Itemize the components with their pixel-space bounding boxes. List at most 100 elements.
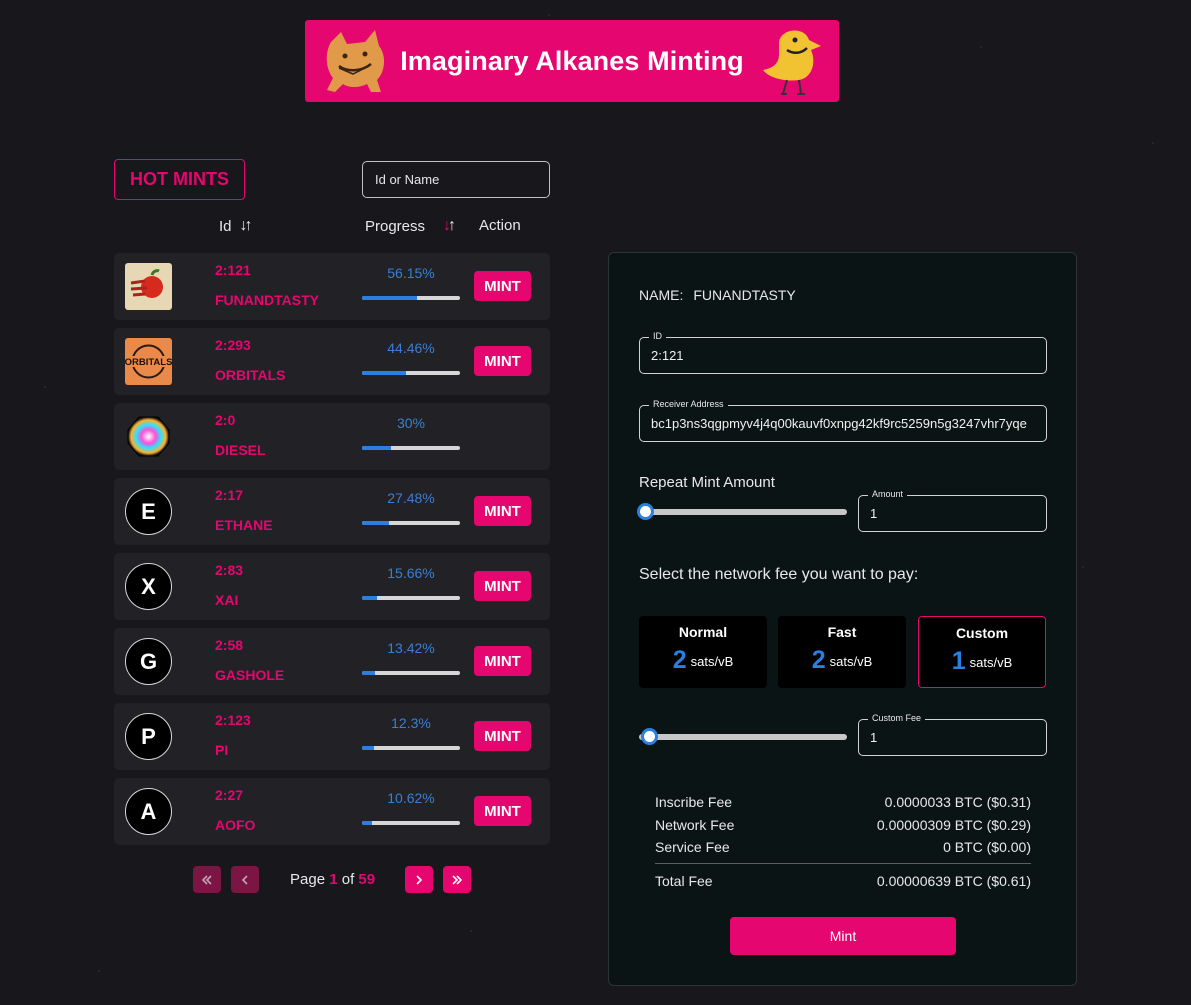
column-header-id[interactable]: Id ↓↑ [219, 217, 253, 235]
header-banner: Imaginary Alkanes Minting [305, 20, 839, 102]
chevron-right-icon [416, 874, 423, 885]
progress-percent: 30% [396, 415, 426, 431]
token-logo: A [125, 788, 172, 835]
total-pages: 59 [358, 871, 376, 888]
fee-summary: Inscribe Fee 0.0000033 BTC ($0.31) Netwo… [655, 791, 1031, 892]
table-row[interactable]: X 2:83 XAI 15.66% MINT [114, 553, 550, 620]
fee-option-normal[interactable]: Normal 2 sats/vB [639, 616, 767, 688]
fee-label: Inscribe Fee [655, 794, 733, 811]
next-page-button[interactable] [405, 866, 433, 893]
slider-thumb[interactable] [637, 503, 654, 520]
page-indicator: Page 1 of 59 [290, 871, 375, 888]
token-name: XAI [215, 592, 239, 608]
background-star [1082, 566, 1084, 568]
fee-option-title: Normal [678, 624, 728, 640]
progress-bar [362, 746, 460, 750]
table-row[interactable]: 2:121 FUNANDTASTY 56.15% MINT [114, 253, 550, 320]
custom-fee-field[interactable]: Custom Fee 1 [858, 713, 1047, 756]
column-action-label: Action [479, 217, 521, 234]
token-id: 2:27 [215, 787, 244, 803]
mint-button[interactable]: MINT [474, 496, 531, 526]
fee-option-fast[interactable]: Fast 2 sats/vB [778, 616, 906, 688]
fee-option-value: 2 sats/vB [778, 646, 906, 675]
progress-bar [362, 371, 460, 375]
token-logo: P [125, 713, 172, 760]
first-page-button[interactable] [193, 866, 221, 893]
progress-bar [362, 446, 460, 450]
current-page: 1 [329, 871, 338, 888]
progress-fill [362, 671, 376, 675]
fee-rate: 2 [811, 646, 826, 674]
progress-bar [362, 296, 460, 300]
name-label: NAME: [639, 287, 684, 303]
background-star [980, 46, 982, 48]
token-name-line: NAME: FUNANDTASTY [639, 287, 796, 303]
table-row[interactable]: E 2:17 ETHANE 27.48% MINT [114, 478, 550, 545]
orbitals-logo-icon: ORBITALS [125, 338, 172, 385]
bird-mascot-icon [763, 30, 821, 95]
progress-bar [362, 671, 460, 675]
cat-mascot-icon [326, 30, 385, 92]
total-fee-label: Total Fee [655, 872, 713, 889]
mint-button[interactable]: MINT [474, 271, 531, 301]
of-word: of [341, 871, 355, 888]
background-star [470, 930, 472, 932]
amount-field[interactable]: Amount 1 [858, 489, 1047, 532]
mint-button[interactable]: MINT [474, 721, 531, 751]
token-id: 2:83 [215, 562, 244, 578]
mint-button[interactable]: MINT [474, 571, 531, 601]
table-row[interactable]: A 2:27 AOFO 10.62% MINT [114, 778, 550, 845]
sort-icon[interactable]: ↓↑ [240, 217, 253, 235]
token-id: 2:121 [215, 262, 251, 278]
token-name: FUNANDTASTY [215, 292, 319, 308]
progress-bar [362, 596, 460, 600]
token-logo: E [125, 488, 172, 535]
fee-unit: sats/vB [969, 655, 1013, 670]
custom-fee-label: Custom Fee [868, 713, 926, 723]
last-page-button[interactable] [443, 866, 471, 893]
token-letter-avatar: X [125, 563, 172, 610]
fee-row-network: Network Fee 0.00000309 BTC ($0.29) [655, 814, 1031, 837]
custom-fee-slider[interactable] [639, 728, 847, 745]
table-row[interactable]: 2:0 DIESEL 30% [114, 403, 550, 470]
banner-title: Imaginary Alkanes Minting [400, 45, 744, 76]
sort-icon[interactable]: ↓↑ [443, 217, 456, 235]
progress-fill [362, 821, 373, 825]
receiver-address-label: Receiver Address [649, 399, 728, 409]
fee-option-custom[interactable]: Custom 1 sats/vB [918, 616, 1046, 688]
mint-submit-button[interactable]: Mint [730, 917, 956, 955]
progress-fill [362, 596, 378, 600]
background-star [1152, 142, 1154, 144]
id-field[interactable]: ID 2:121 [639, 331, 1047, 374]
token-logo [125, 413, 172, 460]
receiver-address-value: bc1p3ns3qgpmyv4j4q00kauvf0xnpg42kf9rc525… [651, 416, 1027, 431]
token-letter-avatar: P [125, 713, 172, 760]
table-row[interactable]: G 2:58 GASHOLE 13.42% MINT [114, 628, 550, 695]
token-id: 2:0 [215, 412, 236, 428]
fee-amount: 0.00000309 BTC ($0.29) [876, 816, 1031, 833]
receiver-address-field[interactable]: Receiver Address bc1p3ns3qgpmyv4j4q00kau… [639, 399, 1047, 442]
mint-button[interactable]: MINT [474, 796, 531, 826]
search-input[interactable] [362, 161, 550, 198]
fee-option-value: 2 sats/vB [639, 646, 767, 675]
fee-amount: 0 BTC ($0.00) [943, 839, 1031, 856]
progress-fill [362, 446, 392, 450]
mint-button[interactable]: MINT [474, 646, 531, 676]
slider-thumb[interactable] [641, 728, 658, 745]
progress-percent: 13.42% [387, 640, 435, 656]
token-name: PI [215, 742, 229, 758]
double-chevron-left-icon [201, 874, 212, 885]
token-name: GASHOLE [215, 667, 285, 683]
column-header-progress[interactable]: Progress ↓↑ [365, 217, 456, 235]
prev-page-button[interactable] [231, 866, 259, 893]
token-logo: X [125, 563, 172, 610]
fee-unit: sats/vB [690, 654, 734, 669]
fee-amount: 0.0000033 BTC ($0.31) [884, 794, 1031, 811]
diesel-logo-icon [127, 416, 170, 457]
fee-option-title: Fast [827, 624, 857, 640]
repeat-mint-slider[interactable] [637, 503, 847, 520]
table-row[interactable]: ORBITALS 2:293 ORBITALS 44.46% MINT [114, 328, 550, 395]
mint-button[interactable]: MINT [474, 346, 531, 376]
double-chevron-right-icon [452, 874, 463, 885]
table-row[interactable]: P 2:123 PI 12.3% MINT [114, 703, 550, 770]
